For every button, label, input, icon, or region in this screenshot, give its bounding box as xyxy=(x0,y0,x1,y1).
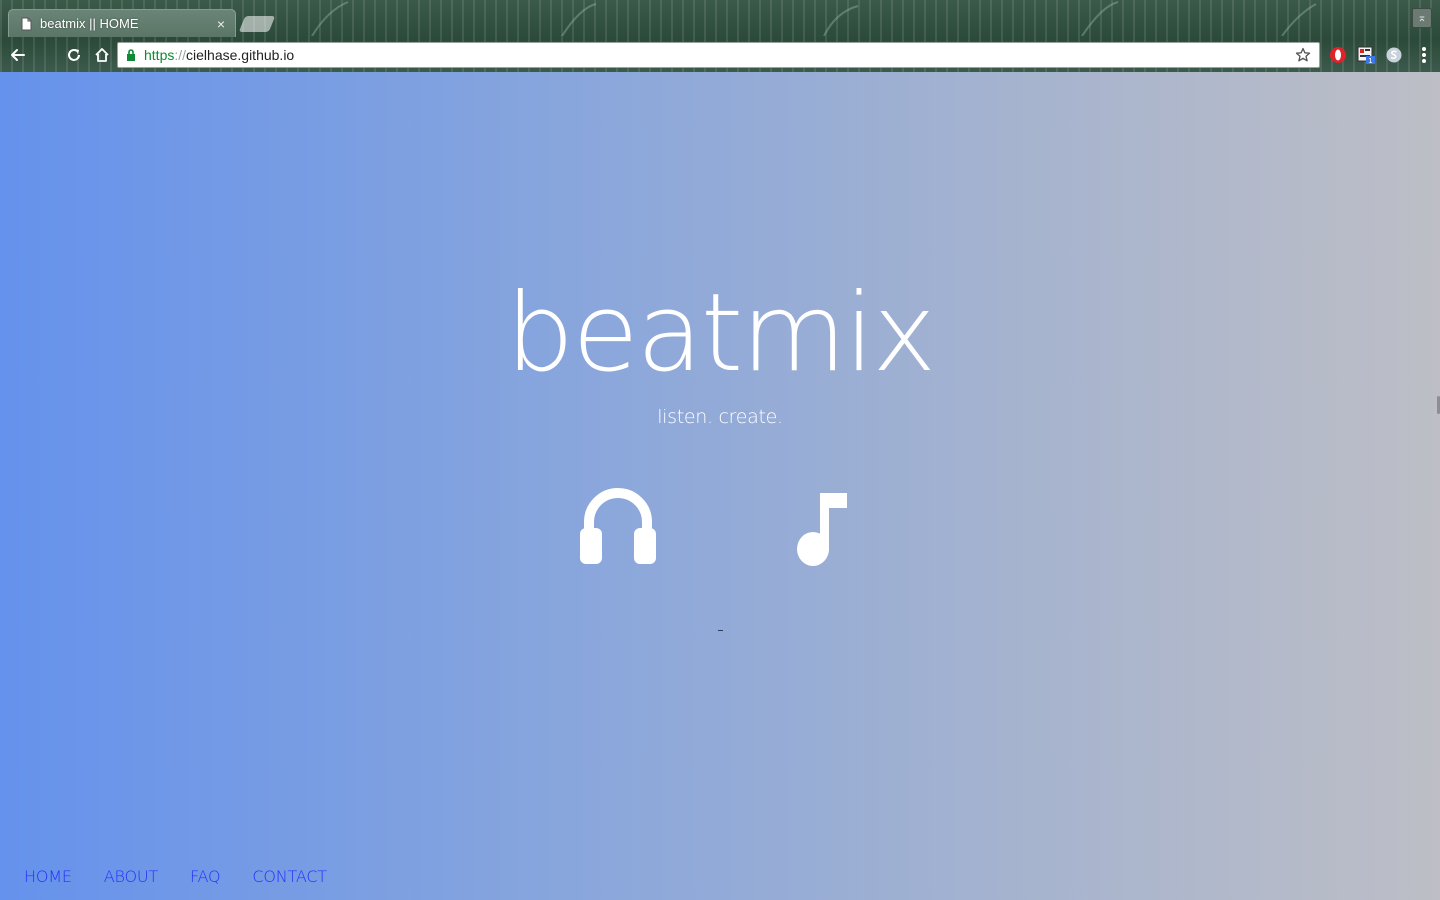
home-button[interactable] xyxy=(90,43,114,67)
nav-link-contact[interactable]: CONTACT xyxy=(252,867,327,886)
url-separator: :// xyxy=(174,47,187,63)
leaf-decoration xyxy=(823,5,859,36)
nav-link-faq[interactable]: FAQ xyxy=(190,867,221,886)
browser-toolbar: https :// cielhase.github.io 1 xyxy=(0,37,1440,72)
home-icon xyxy=(95,48,109,62)
footer-nav: HOME ABOUT FAQ CONTACT xyxy=(24,867,327,886)
leaf-decoration xyxy=(1281,3,1317,36)
new-tab-button[interactable] xyxy=(238,16,276,32)
tab-close-button[interactable]: × xyxy=(217,16,225,32)
site-title: beatmix xyxy=(505,271,937,396)
music-note-icon[interactable] xyxy=(793,491,849,571)
document-icon xyxy=(21,17,32,30)
url-host: cielhase.github.io xyxy=(186,47,295,63)
nav-link-about[interactable]: ABOUT xyxy=(104,867,158,886)
site-tagline: listen. create. xyxy=(657,406,783,428)
reload-icon xyxy=(68,49,80,61)
browser-chrome: beatmix || HOME × ⌅ https:// cielhase.g… xyxy=(0,0,1440,72)
headphones-icon[interactable] xyxy=(579,484,657,566)
tab-title: beatmix || HOME xyxy=(40,16,139,31)
back-arrow-icon xyxy=(11,49,25,61)
lock-icon xyxy=(127,49,135,61)
back-button[interactable] xyxy=(6,43,30,67)
leaf-decoration xyxy=(561,3,597,36)
url-scheme: https xyxy=(144,47,175,63)
nav-link-home[interactable]: HOME xyxy=(24,867,72,886)
leaf-decoration xyxy=(1081,1,1119,36)
divider-mark xyxy=(718,630,723,631)
extension-badge-icon[interactable]: 1 xyxy=(1357,46,1375,64)
kebab-menu-icon[interactable] xyxy=(1416,46,1432,64)
opera-icon[interactable] xyxy=(1329,46,1347,64)
browser-tab-active[interactable]: beatmix || HOME × xyxy=(8,9,236,37)
star-icon[interactable] xyxy=(1295,47,1311,63)
extension-badge-count: 1 xyxy=(1368,57,1372,64)
page-content: beatmix listen. create. HOME ABOUT FAQ C… xyxy=(0,72,1440,900)
skype-icon[interactable] xyxy=(1385,46,1403,64)
leaf-decoration xyxy=(311,1,349,36)
address-bar[interactable]: https :// cielhase.github.io xyxy=(117,42,1320,68)
window-control-button[interactable]: ⌅ xyxy=(1412,8,1432,28)
reload-button[interactable] xyxy=(62,43,86,67)
